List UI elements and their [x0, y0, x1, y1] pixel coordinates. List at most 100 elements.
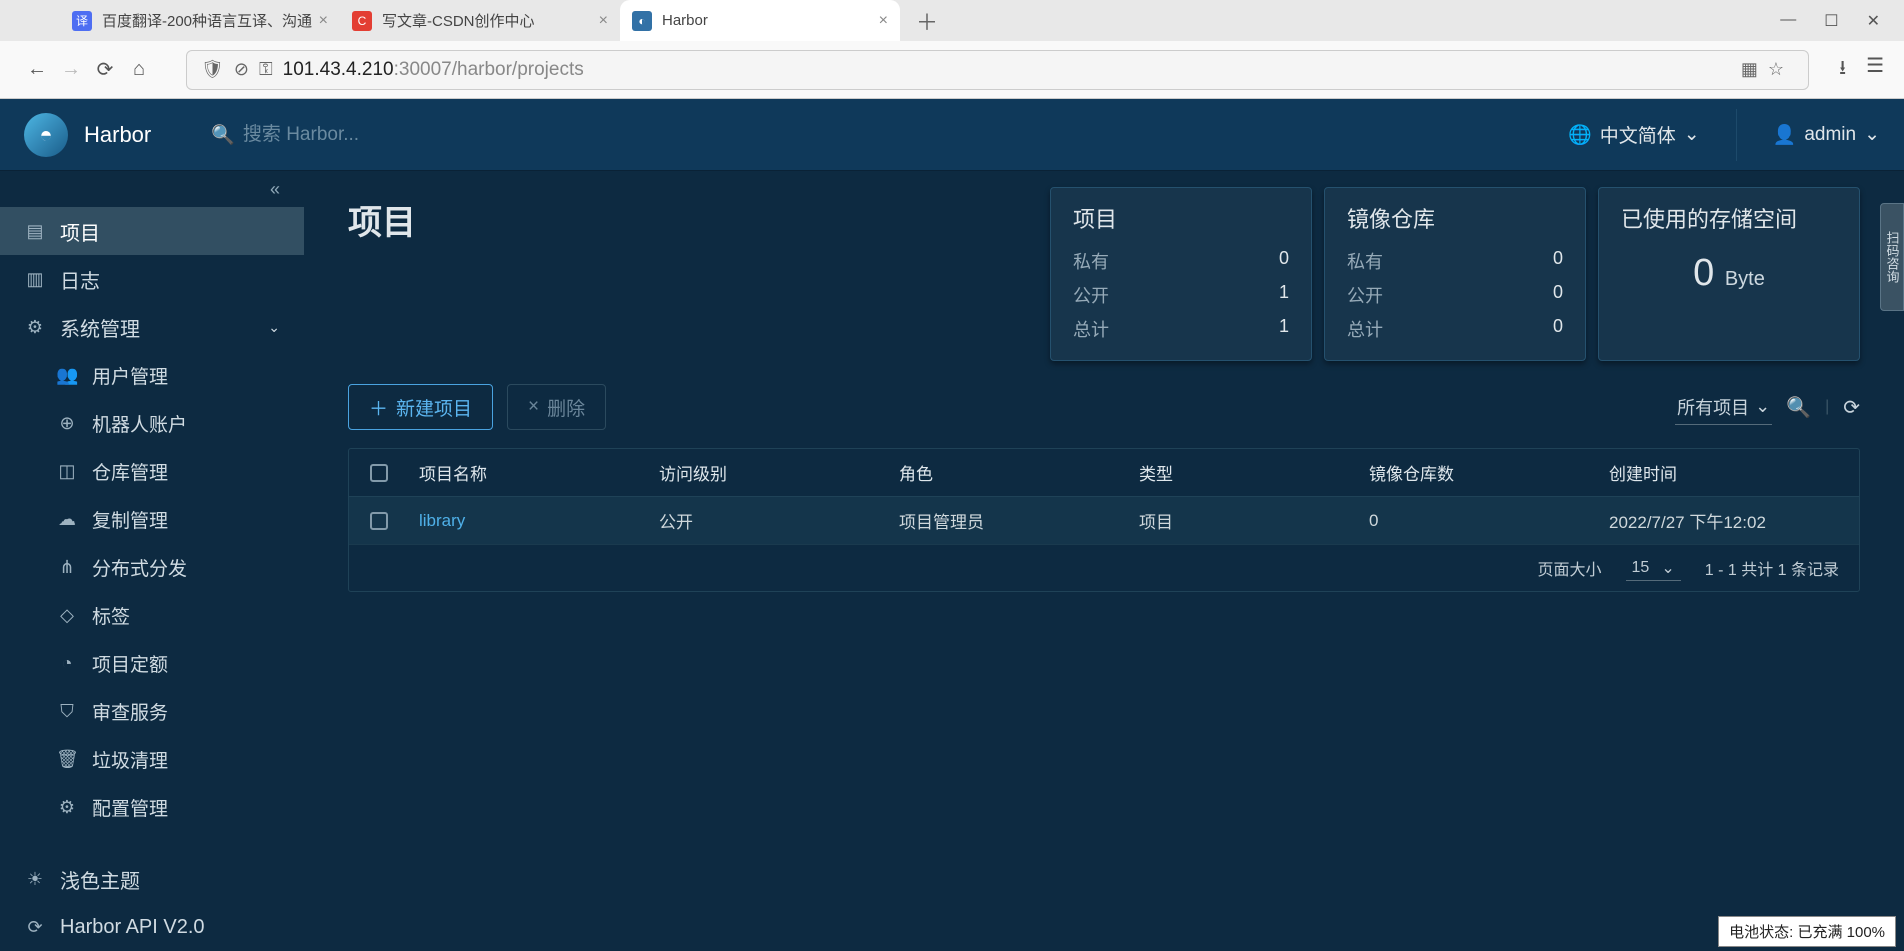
projects-icon: ▤ [24, 221, 46, 242]
tab-title: 写文章-CSDN创作中心 [382, 10, 535, 31]
sidebar-item-label: 仓库管理 [92, 458, 168, 485]
plus-icon: ＋ [369, 394, 388, 421]
sidebar-item-quota[interactable]: ◔项目定额 [0, 639, 304, 687]
divider [1736, 109, 1737, 161]
close-icon[interactable]: × [879, 12, 888, 30]
storage-unit: Byte [1725, 268, 1765, 290]
column-header[interactable]: 类型 [1129, 460, 1359, 485]
column-header[interactable]: 项目名称 [409, 460, 649, 485]
page-size-select[interactable]: 15⌄ [1626, 556, 1681, 581]
close-icon[interactable]: × [599, 12, 608, 30]
new-project-button[interactable]: ＋ 新建项目 [348, 384, 493, 430]
forward-button[interactable]: → [54, 53, 88, 87]
cell-access: 公开 [649, 508, 889, 533]
collapse-sidebar-button[interactable]: « [0, 171, 304, 207]
search-input[interactable] [243, 124, 543, 146]
logs-icon: ▥ [24, 269, 46, 290]
new-tab-button[interactable]: ＋ [900, 5, 954, 37]
stat-key: 总计 [1347, 316, 1383, 342]
search-icon[interactable]: 🔍 [1786, 395, 1811, 420]
sidebar-item-registries[interactable]: ◫ 仓库管理 [0, 447, 304, 495]
sidebar-item-label: 垃圾清理 [92, 746, 168, 773]
reload-button[interactable]: ⟳ [88, 53, 122, 87]
stat-val: 0 [1553, 282, 1563, 308]
close-icon: × [528, 396, 539, 418]
quota-icon: ◔ [56, 653, 78, 674]
stat-val: 1 [1279, 316, 1289, 342]
browser-tab[interactable]: C 写文章-CSDN创作中心 × [340, 0, 620, 41]
project-filter-dropdown[interactable]: 所有项目 ⌄ [1675, 390, 1772, 425]
table-row[interactable]: library 公开 项目管理员 项目 0 2022/7/27 下午12:02 [349, 497, 1859, 545]
cell-repos: 0 [1359, 511, 1599, 531]
sidebar-item-logs[interactable]: ▥日志 [0, 255, 304, 303]
sidebar-item-label: 标签 [92, 602, 130, 629]
sidebar-item-projects[interactable]: ▤项目 [0, 207, 304, 255]
filter-label: 所有项目 [1677, 394, 1749, 420]
sidebar-item-api[interactable]: ⟳Harbor API V2.0 [0, 903, 304, 951]
minimize-icon[interactable]: — [1780, 11, 1796, 31]
sidebar-item-labels[interactable]: ◇标签 [0, 591, 304, 639]
delete-button[interactable]: ×删除 [507, 384, 606, 430]
button-label: 新建项目 [396, 394, 472, 421]
cloud-icon: ☁ [56, 509, 78, 530]
sidebar-item-label: 用户管理 [92, 362, 168, 389]
tab-title: Harbor [662, 12, 708, 29]
chevron-down-icon: ⌄ [1864, 123, 1880, 146]
search-icon: 🔍 [211, 123, 235, 147]
url-bar[interactable]: 🛡 ⊘ ⚿ 101.43.4.210:30007/harbor/projects… [186, 50, 1809, 90]
sidebar-item-users[interactable]: 👥用户管理 [0, 351, 304, 399]
sidebar-item-interrogation[interactable]: ⛉审查服务 [0, 687, 304, 735]
user-icon: 👤 [1773, 123, 1797, 147]
maximize-icon[interactable]: ☐ [1824, 11, 1838, 31]
stat-key: 私有 [1073, 248, 1109, 274]
sidebar-item-theme[interactable]: ☀浅色主题 [0, 855, 304, 903]
bookmark-icon[interactable]: ☆ [1768, 59, 1784, 80]
sidebar-item-replication[interactable]: ☁复制管理 [0, 495, 304, 543]
gear-icon: ⚙ [24, 317, 46, 338]
browser-tab-active[interactable]: ◐ Harbor × [620, 0, 900, 41]
stat-val: 0 [1279, 248, 1289, 274]
refresh-icon[interactable]: ⟳ [1843, 395, 1860, 420]
sidebar-item-label: 浅色主题 [60, 865, 140, 894]
sidebar-item-system[interactable]: ⚙系统管理⌄ [0, 303, 304, 351]
select-all-checkbox[interactable] [370, 464, 388, 482]
sidebar-item-distribution[interactable]: ⋔分布式分发 [0, 543, 304, 591]
cell-type: 项目 [1129, 508, 1359, 533]
row-checkbox[interactable] [370, 512, 388, 530]
close-icon[interactable]: × [319, 12, 328, 30]
sidebar-item-config[interactable]: ⚙配置管理 [0, 783, 304, 831]
robot-icon: ⊕ [56, 413, 78, 434]
back-button[interactable]: ← [20, 53, 54, 87]
action-bar: ＋新建项目 ×删除 所有项目⌄ 🔍 | ⟳ [348, 384, 1860, 430]
user-name: admin [1804, 124, 1856, 146]
menu-icon[interactable]: ☰ [1866, 53, 1884, 87]
project-name-link[interactable]: library [419, 511, 465, 530]
chevron-down-icon: ⌄ [1755, 396, 1770, 417]
global-search[interactable]: 🔍 [211, 123, 1568, 147]
stats-row: 项目 私有0 公开1 总计1 镜像仓库 私有0 公开0 总计0 已使用的存储空间… [1050, 187, 1860, 361]
close-window-icon[interactable]: ✕ [1867, 11, 1880, 31]
language-selector[interactable]: 🌐 中文简体 ⌄ [1568, 121, 1700, 148]
app-brand: Harbor [84, 122, 151, 148]
stat-val: 0 [1553, 248, 1563, 274]
stat-card-storage: 已使用的存储空间 0 Byte [1598, 187, 1860, 361]
sidebar-item-gc[interactable]: 🗑垃圾清理 [0, 735, 304, 783]
sidebar-item-robots[interactable]: ⊕ 机器人账户 [0, 399, 304, 447]
language-label: 中文简体 [1600, 121, 1676, 148]
user-menu[interactable]: 👤 admin ⌄ [1773, 123, 1880, 147]
lock-slash-icon: ⊘ [234, 59, 249, 80]
sidebar-item-label: 机器人账户 [92, 410, 187, 437]
download-icon[interactable]: ⭳ [1839, 53, 1846, 87]
battery-tooltip: 电池状态: 已充满 100% [1718, 916, 1896, 947]
column-header[interactable]: 角色 [889, 460, 1129, 485]
browser-tab[interactable]: 译 百度翻译-200种语言互译、沟通 × [60, 0, 340, 41]
side-tab-handle[interactable]: 扫码咨询 [1880, 203, 1904, 311]
cube-icon: ◫ [56, 461, 78, 482]
home-button[interactable]: ⌂ [122, 53, 156, 87]
qr-icon[interactable]: ▦ [1741, 59, 1758, 80]
sidebar-item-label: Harbor API V2.0 [60, 916, 205, 939]
column-header[interactable]: 创建时间 [1599, 460, 1859, 485]
table-footer: 页面大小 15⌄ 1 - 1 共计 1 条记录 [349, 545, 1859, 591]
column-header[interactable]: 访问级别 [649, 460, 889, 485]
column-header[interactable]: 镜像仓库数 [1359, 460, 1599, 485]
